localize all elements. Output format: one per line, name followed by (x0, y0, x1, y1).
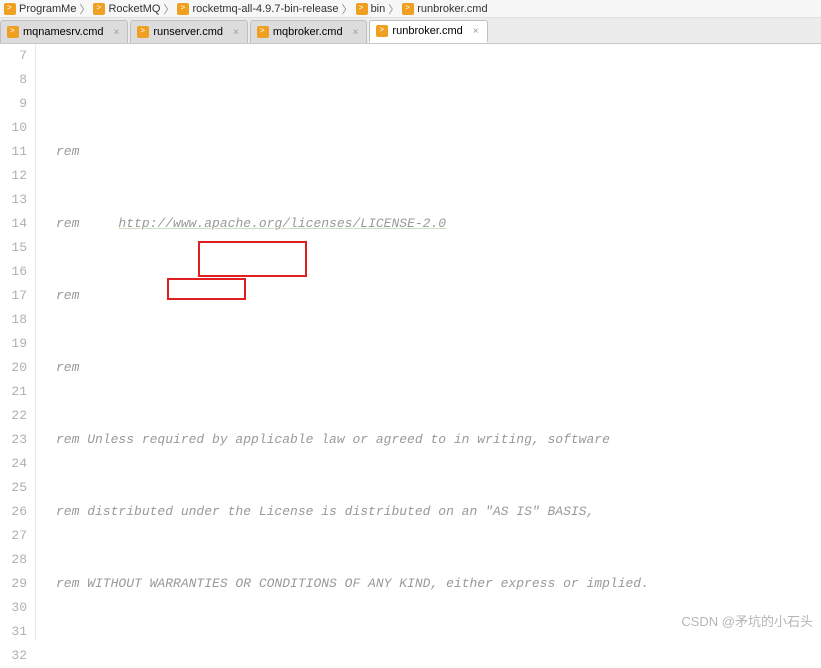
tab-runbroker[interactable]: runbroker.cmd× (369, 20, 487, 43)
close-icon[interactable]: × (473, 26, 479, 37)
chevron-right-icon: 〉 (79, 1, 90, 17)
folder-icon (4, 3, 16, 15)
folder-icon (93, 3, 105, 15)
close-icon[interactable]: × (233, 27, 239, 38)
tab-mqnamesrv[interactable]: mqnamesrv.cmd× (0, 20, 128, 43)
breadcrumb-item[interactable]: runbroker.cmd (402, 3, 487, 15)
breadcrumb: ProgramMe 〉 RocketMQ 〉 rocketmq-all-4.9.… (0, 0, 821, 18)
cmd-file-icon (7, 26, 19, 38)
cmd-file-icon (376, 25, 388, 37)
cmd-file-icon (137, 26, 149, 38)
close-icon[interactable]: × (113, 27, 119, 38)
tab-mqbroker[interactable]: mqbroker.cmd× (250, 20, 368, 43)
cmd-file-icon (257, 26, 269, 38)
chevron-right-icon: 〉 (388, 1, 399, 17)
close-icon[interactable]: × (353, 27, 359, 38)
breadcrumb-item[interactable]: ProgramMe (4, 3, 76, 15)
breadcrumb-item[interactable]: rocketmq-all-4.9.7-bin-release (177, 3, 338, 15)
editor-area[interactable]: 7 8 9 10 11 12 13 14 15 16 17 18 19 20 2… (0, 44, 821, 640)
cmd-file-icon (402, 3, 414, 15)
line-gutter: 7 8 9 10 11 12 13 14 15 16 17 18 19 20 2… (0, 44, 36, 640)
tab-runserver[interactable]: runserver.cmd× (130, 20, 248, 43)
watermark: CSDN @矛坑的小石头 (681, 611, 813, 630)
folder-icon (177, 3, 189, 15)
chevron-right-icon: 〉 (342, 1, 353, 17)
highlight-box-1 (198, 241, 307, 277)
editor-tabs: mqnamesrv.cmd× runserver.cmd× mqbroker.c… (0, 18, 821, 44)
breadcrumb-item[interactable]: bin (356, 3, 386, 15)
breadcrumb-item[interactable]: RocketMQ (93, 3, 160, 15)
folder-icon (356, 3, 368, 15)
code-content[interactable]: rem rem http://www.apache.org/licenses/L… (36, 44, 821, 640)
chevron-right-icon: 〉 (163, 1, 174, 17)
